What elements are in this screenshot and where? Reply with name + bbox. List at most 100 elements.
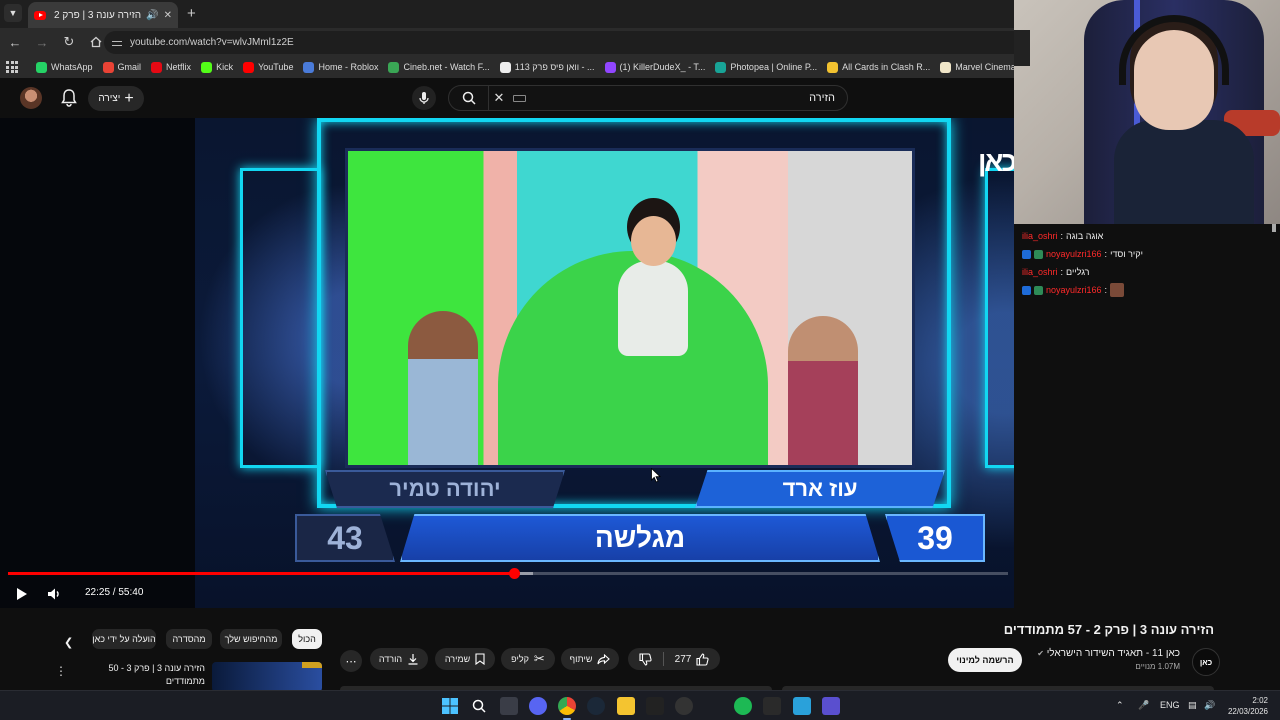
volume-tray-icon[interactable]: 🔊: [1204, 700, 1215, 711]
download-button[interactable]: הורדה: [370, 648, 428, 670]
bookmark-item[interactable]: Home - Roblox: [303, 61, 378, 73]
back-arrow-icon[interactable]: ←: [3, 30, 27, 54]
dislike-button[interactable]: [628, 648, 663, 670]
bookmark-item[interactable]: YouTube: [243, 61, 293, 73]
more-vert-icon[interactable]: ⋮: [55, 664, 67, 678]
like-button[interactable]: 277: [664, 648, 720, 670]
bookmark-item[interactable]: Netflix: [151, 61, 191, 73]
recommended-video-thumbnail[interactable]: [212, 662, 322, 692]
bookmark-item[interactable]: (1) KillerDudeX_ - T...: [604, 61, 706, 73]
clashroyale-icon: [827, 61, 839, 73]
new-tab-plus-icon[interactable]: +: [187, 5, 196, 22]
steam-icon[interactable]: [587, 697, 605, 715]
cineb-icon: [388, 61, 400, 73]
bookmark-item[interactable]: Photopea | Online P...: [715, 61, 817, 73]
search-icon[interactable]: [449, 86, 489, 110]
discord-icon[interactable]: [529, 697, 547, 715]
chat-username[interactable]: ilia_oshri: [1022, 267, 1058, 277]
more-actions-icon[interactable]: ⋯: [340, 650, 362, 672]
windows-start-icon[interactable]: [441, 697, 459, 715]
network-icon[interactable]: ▤: [1188, 700, 1197, 711]
chip-all[interactable]: הכול: [292, 629, 322, 649]
chip-from-search[interactable]: מהחיפוש שלך: [220, 629, 282, 649]
address-bar[interactable]: youtube.com/watch?v=wlvJMml1z2E: [104, 31, 1014, 54]
volume-icon[interactable]: [45, 584, 65, 604]
create-button[interactable]: יצירה +: [88, 86, 144, 111]
child-head: [631, 216, 676, 266]
play-icon[interactable]: [12, 584, 32, 604]
tray-chevron-icon[interactable]: ⌃: [1116, 700, 1124, 711]
progress-bar[interactable]: [8, 568, 1008, 579]
bookmark-item[interactable]: Marvel Cinematic U...: [940, 61, 1014, 73]
chat-message: ilia_oshri: רגליים: [1022, 264, 1089, 280]
recommended-video-title[interactable]: הזירה עונה 3 | פרק 3 - 50 מתמודדים: [95, 662, 205, 688]
apps-grid-icon[interactable]: [6, 61, 18, 73]
chat-badge-icon: [1034, 249, 1043, 259]
tab-search-button[interactable]: ▼: [4, 4, 22, 22]
thumbnail-tag: [302, 662, 322, 668]
channel-name[interactable]: כאן 11 - תאגיד השידור הישראלי ✔: [1037, 648, 1180, 659]
chevron-left-icon[interactable]: ❮: [64, 636, 73, 649]
bookmark-label: (1) KillerDudeX_ - T...: [619, 62, 706, 72]
chip-uploaded-by[interactable]: הועלה על ידי כאן: [92, 629, 156, 649]
bookmark-item[interactable]: Cineb.net - Watch F...: [388, 61, 490, 73]
search-box: ✕: [448, 85, 848, 111]
share-button[interactable]: שיתוף: [561, 648, 619, 670]
forward-arrow-icon[interactable]: →: [30, 30, 54, 54]
subscribe-button[interactable]: הרשמה למינוי: [948, 648, 1022, 672]
bookmark-item[interactable]: וואן פיס פרק 113 - ...: [499, 61, 595, 73]
stage-panel-left: [240, 168, 320, 468]
video-frame[interactable]: כאן יהודה טמיר עוז ארד 43 מגלשה 39: [195, 118, 1014, 608]
file-explorer-icon[interactable]: [617, 697, 635, 715]
search-input[interactable]: [526, 92, 847, 104]
taskbar-search-icon[interactable]: [470, 697, 488, 715]
spotify-icon[interactable]: [734, 697, 752, 715]
chat-separator: :: [1060, 267, 1064, 277]
account-avatar[interactable]: [20, 87, 42, 109]
notifications-bell-icon[interactable]: [60, 88, 78, 108]
language-indicator[interactable]: ENG: [1160, 700, 1180, 710]
telegram-icon[interactable]: [793, 697, 811, 715]
settings-app-icon[interactable]: [675, 697, 693, 715]
chat-message: ilia_oshri: אוגה בוגה: [1022, 228, 1103, 244]
bookmark-label: Gmail: [117, 62, 142, 72]
close-tab-icon[interactable]: ✕: [164, 10, 172, 21]
chip-series[interactable]: מהסדרה: [166, 629, 212, 649]
speaker-icon[interactable]: 🔊: [146, 10, 158, 21]
bookmark-item[interactable]: All Cards in Clash R...: [827, 61, 930, 73]
voice-search-mic-icon[interactable]: [412, 86, 436, 110]
system-clock[interactable]: 2:02 22/03/2026: [1218, 695, 1268, 717]
chrome-icon[interactable]: [558, 697, 576, 715]
bookmark-item[interactable]: Kick: [201, 61, 233, 73]
channel-watermark: כאן: [977, 146, 1014, 177]
chat-scrollbar[interactable]: [1272, 224, 1276, 232]
keyboard-icon[interactable]: [513, 94, 526, 102]
capcut-icon[interactable]: [646, 697, 664, 715]
related-filter-chips: הועלה על ידי כאן מהסדרה מהחיפוש שלך הכול: [62, 629, 332, 651]
bookmark-item[interactable]: Gmail: [102, 61, 142, 73]
channel-avatar[interactable]: כאן: [1192, 648, 1220, 676]
clip-button[interactable]: קליפ ✂: [501, 648, 555, 670]
scrubber-handle[interactable]: [509, 568, 520, 579]
microphone-tray-icon[interactable]: 🎤: [1138, 700, 1149, 711]
app-icon[interactable]: [822, 697, 840, 715]
bookmark-label: Marvel Cinematic U...: [955, 62, 1014, 72]
bookmark-item[interactable]: WhatsApp: [36, 61, 93, 73]
photopea-icon: [715, 61, 727, 73]
task-view-icon[interactable]: [500, 697, 518, 715]
chat-username[interactable]: noyayulzri166: [1046, 249, 1102, 259]
clear-search-icon[interactable]: ✕: [489, 90, 509, 106]
chat-username[interactable]: ilia_oshri: [1022, 231, 1058, 241]
epic-games-icon[interactable]: [763, 697, 781, 715]
child-figure: [618, 261, 688, 356]
save-button[interactable]: שמירה: [435, 648, 495, 670]
scissors-icon: ✂: [533, 651, 545, 666]
video-player[interactable]: כאן יהודה טמיר עוז ארד 43 מגלשה 39: [0, 118, 1014, 608]
chat-text: אוגה בוגה: [1066, 231, 1104, 241]
chat-username[interactable]: noyayulzri166: [1046, 285, 1102, 295]
reload-icon[interactable]: ↻: [57, 30, 81, 54]
kick-icon: [201, 61, 213, 73]
site-info-icon[interactable]: [112, 38, 122, 48]
contestant-left-name: יהודה טמיר: [325, 470, 565, 508]
browser-tab-active[interactable]: הזירה עונה 3 | פרק 2 - 57 מ 🔊 ✕: [28, 2, 178, 28]
